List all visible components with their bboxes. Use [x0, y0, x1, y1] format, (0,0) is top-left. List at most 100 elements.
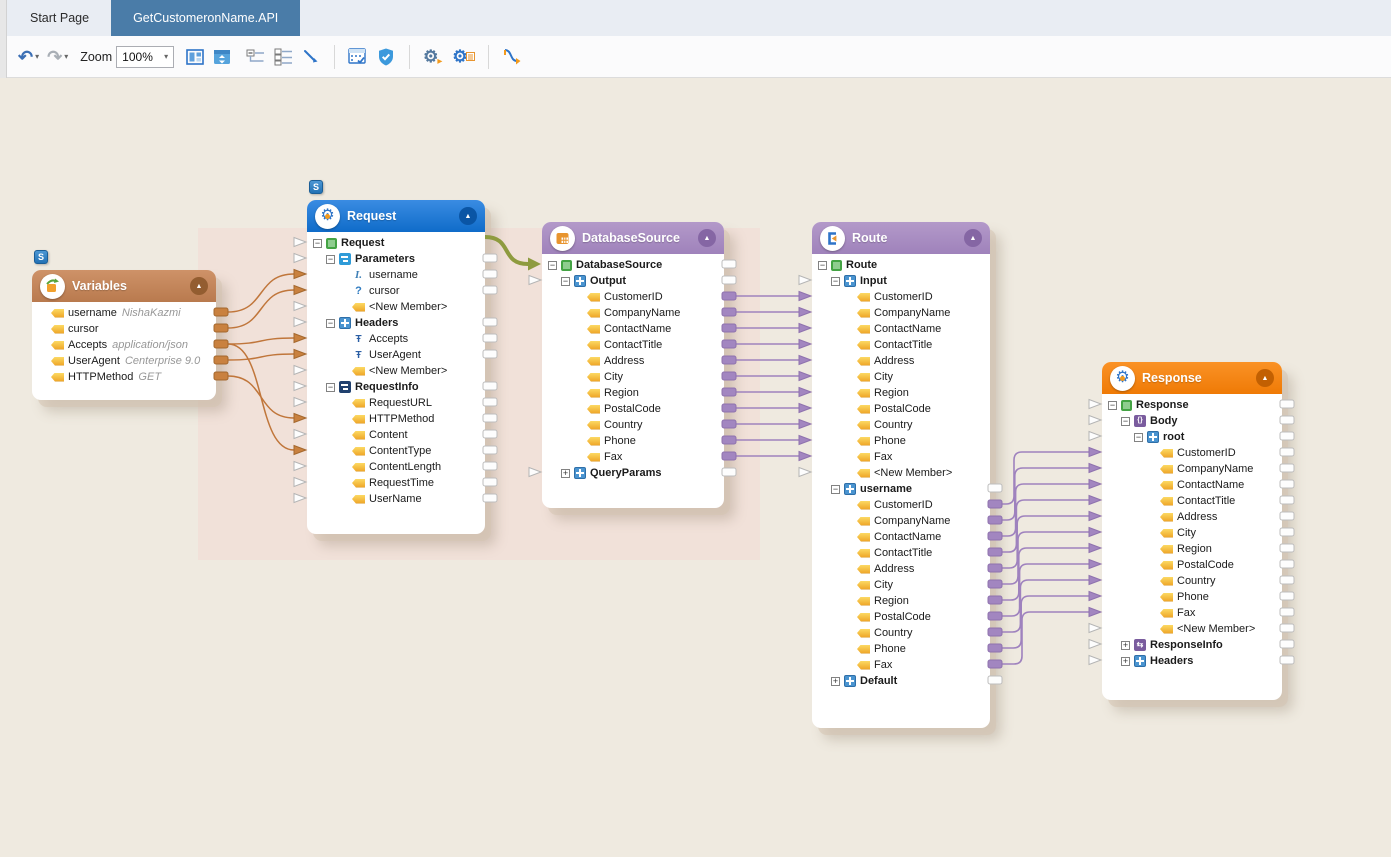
redo-button[interactable]: ↷ ▾ — [47, 48, 68, 66]
node-content[interactable]: Content — [307, 427, 485, 443]
node-companyname[interactable]: CompanyName — [812, 513, 990, 529]
node-city[interactable]: City — [812, 577, 990, 593]
node-postalcode[interactable]: PostalCode — [1102, 557, 1282, 573]
collapse-toggle[interactable]: − — [818, 261, 827, 270]
node-contacttitle[interactable]: ContactTitle — [1102, 493, 1282, 509]
node-body[interactable]: −{}Body — [1102, 413, 1282, 429]
reroute-links-button[interactable] — [502, 47, 522, 66]
node-address[interactable]: Address — [812, 353, 990, 369]
collapse-panel-button[interactable]: ▲ — [459, 207, 477, 225]
collapse-toggle[interactable]: − — [548, 261, 557, 270]
node-customerid[interactable]: CustomerID — [812, 497, 990, 513]
expand-toggle[interactable]: + — [1121, 641, 1130, 650]
draw-link-button[interactable] — [302, 48, 321, 66]
validate-flow-button[interactable] — [376, 47, 396, 67]
node-postalcode[interactable]: PostalCode — [812, 609, 990, 625]
node-headers[interactable]: −Headers — [307, 315, 485, 331]
node-queryparams[interactable]: +QueryParams — [542, 465, 724, 481]
node-response[interactable]: −Response — [1102, 397, 1282, 413]
node-username[interactable]: −username — [812, 481, 990, 497]
expand-toggle[interactable]: + — [1121, 657, 1130, 666]
node-customerid[interactable]: CustomerID — [812, 289, 990, 305]
node-username[interactable]: UserName — [307, 491, 485, 507]
node-fax[interactable]: Fax — [542, 449, 724, 465]
node-useragent[interactable]: UserAgentCenterprise 9.0 — [32, 353, 216, 369]
redo-dropdown-caret[interactable]: ▾ — [64, 52, 68, 61]
node-cursor[interactable]: cursor — [32, 321, 216, 337]
panel-header-variables[interactable]: Variables▲ — [32, 270, 216, 302]
collapse-toggle[interactable]: − — [1121, 417, 1130, 426]
collapse-panel-button[interactable]: ▲ — [190, 277, 208, 295]
node-region[interactable]: Region — [812, 593, 990, 609]
node-fax[interactable]: Fax — [1102, 605, 1282, 621]
panel-header-databasesource[interactable]: DatabaseSource▲ — [542, 222, 724, 254]
node-contenttype[interactable]: ContentType — [307, 443, 485, 459]
node-root[interactable]: −root — [1102, 429, 1282, 445]
node-country[interactable]: Country — [812, 625, 990, 641]
collapse-toggle[interactable]: − — [326, 319, 335, 328]
node-httpmethod[interactable]: HTTPMethodGET — [32, 369, 216, 385]
node-requesturl[interactable]: RequestURL — [307, 395, 485, 411]
panel-header-response[interactable]: ⚙Response▲ — [1102, 362, 1282, 394]
node-route[interactable]: −Route — [812, 257, 990, 273]
node-parameters[interactable]: −Parameters — [307, 251, 485, 267]
node-request[interactable]: −Request — [307, 235, 485, 251]
node-contactname[interactable]: ContactName — [812, 529, 990, 545]
collapse-panel-button[interactable]: ▲ — [1256, 369, 1274, 387]
node-address[interactable]: Address — [542, 353, 724, 369]
node-city[interactable]: City — [812, 369, 990, 385]
node-responseinfo[interactable]: +⇆ResponseInfo — [1102, 637, 1282, 653]
node-phone[interactable]: Phone — [1102, 589, 1282, 605]
panel-databasesource[interactable]: DatabaseSource▲−DatabaseSource−OutputCus… — [542, 222, 724, 508]
node-postalcode[interactable]: PostalCode — [812, 401, 990, 417]
node-contactname[interactable]: ContactName — [812, 321, 990, 337]
node-default[interactable]: +Default — [812, 673, 990, 689]
collapse-toggle[interactable]: − — [326, 383, 335, 392]
node-region[interactable]: Region — [1102, 541, 1282, 557]
node-address[interactable]: Address — [812, 561, 990, 577]
panel-response[interactable]: ⚙Response▲ −Response−{}Body−rootCustomerI… — [1102, 362, 1282, 700]
expand-toggle[interactable]: + — [831, 677, 840, 686]
tab-start-page[interactable]: Start Page — [8, 0, 111, 36]
node-phone[interactable]: Phone — [812, 641, 990, 657]
node-contacttitle[interactable]: ContactTitle — [812, 337, 990, 353]
node-fax[interactable]: Fax — [812, 657, 990, 673]
node-fax[interactable]: Fax — [812, 449, 990, 465]
node-new-member[interactable]: <New Member> — [812, 465, 990, 481]
zoom-select[interactable]: 100% ▾ — [116, 46, 174, 68]
expand-all-button[interactable] — [274, 48, 294, 66]
node-input[interactable]: −Input — [812, 273, 990, 289]
collapse-all-button[interactable] — [246, 48, 266, 66]
node-username[interactable]: usernameNishaKazmi — [32, 305, 216, 321]
node-contacttitle[interactable]: ContactTitle — [812, 545, 990, 561]
run-dataflow-button[interactable]: ⚙ ▸ — [423, 48, 438, 65]
collapse-toggle[interactable]: − — [313, 239, 322, 248]
node-accepts[interactable]: ŦAccepts — [307, 331, 485, 347]
node-address[interactable]: Address — [1102, 509, 1282, 525]
panel-header-route[interactable]: Route▲ — [812, 222, 990, 254]
node-contactname[interactable]: ContactName — [542, 321, 724, 337]
node-country[interactable]: Country — [542, 417, 724, 433]
node-username[interactable]: I.username — [307, 267, 485, 283]
panel-route[interactable]: Route▲−Route−InputCustomerIDCompanyNameC… — [812, 222, 990, 728]
node-phone[interactable]: Phone — [542, 433, 724, 449]
node-city[interactable]: City — [1102, 525, 1282, 541]
node-contacttitle[interactable]: ContactTitle — [542, 337, 724, 353]
node-country[interactable]: Country — [812, 417, 990, 433]
node-companyname[interactable]: CompanyName — [812, 305, 990, 321]
panel-header-request[interactable]: ⚙Request▲ — [307, 200, 485, 232]
collapse-toggle[interactable]: − — [1134, 433, 1143, 442]
node-country[interactable]: Country — [1102, 573, 1282, 589]
job-settings-button[interactable]: ⚙ — [452, 48, 474, 65]
node-output[interactable]: −Output — [542, 273, 724, 289]
node-customerid[interactable]: CustomerID — [1102, 445, 1282, 461]
node-contactname[interactable]: ContactName — [1102, 477, 1282, 493]
collapse-toggle[interactable]: − — [561, 277, 570, 286]
fit-to-window-button[interactable] — [213, 48, 232, 66]
node-requestinfo[interactable]: −RequestInfo — [307, 379, 485, 395]
node-postalcode[interactable]: PostalCode — [542, 401, 724, 417]
node-contentlength[interactable]: ContentLength — [307, 459, 485, 475]
collapse-toggle[interactable]: − — [831, 485, 840, 494]
collapse-panel-button[interactable]: ▲ — [698, 229, 716, 247]
node-city[interactable]: City — [542, 369, 724, 385]
